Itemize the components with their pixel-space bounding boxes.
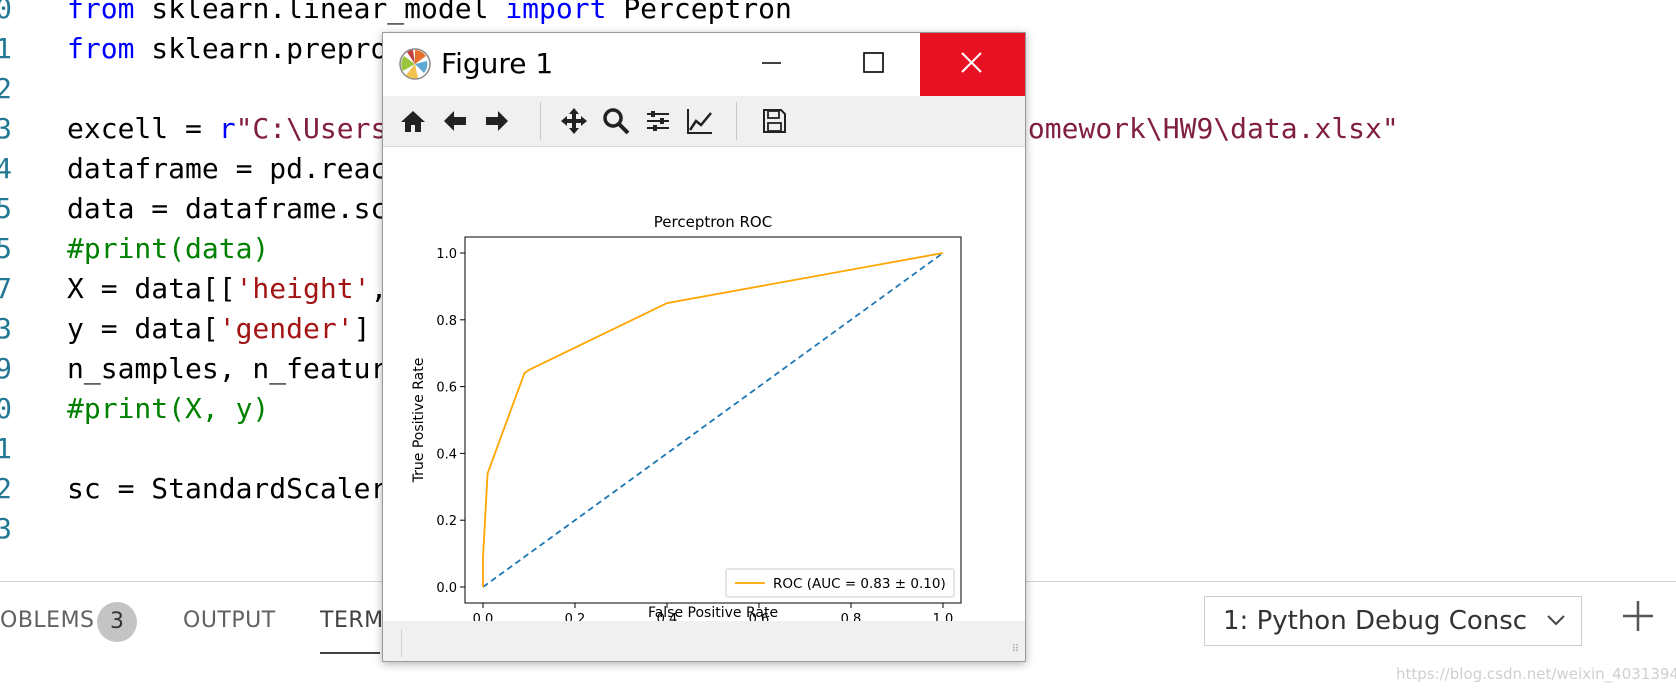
close-button[interactable]: [920, 33, 1025, 96]
minimize-icon: [762, 62, 781, 64]
figure-statusbar: ⠿: [383, 621, 1025, 661]
toolbar-separator: [736, 102, 737, 140]
pan-icon[interactable]: [559, 106, 589, 136]
code-line[interactable]: 0 from sklearn.linear_model import Percep…: [0, 0, 1676, 29]
x-tick-label: 1.0: [933, 612, 954, 621]
tab-terminal[interactable]: TERM: [320, 608, 384, 633]
code-text: data = dataframe.sc: [67, 189, 387, 229]
line-number: 0: [0, 0, 12, 25]
x-tick-label: 0.2: [565, 612, 586, 621]
figure-window: Figure 1 Perceptron ROC 0.0 0.2 0.4 0.6 …: [382, 32, 1026, 662]
code-token: X = data[[: [67, 272, 236, 305]
edit-axes-icon[interactable]: [685, 106, 715, 136]
line-number: 3: [0, 512, 12, 545]
code-text: #print(data): [67, 229, 269, 269]
zoom-icon[interactable]: [601, 106, 631, 136]
y-tick-label: 0.0: [436, 581, 457, 596]
code-token: "C:\Users: [235, 112, 388, 145]
line-number: 4: [0, 152, 12, 185]
back-arrow-icon[interactable]: [440, 106, 470, 136]
code-token: import: [505, 0, 607, 25]
figure-toolbar: [383, 96, 1025, 147]
figure-title: Figure 1: [441, 47, 554, 80]
y-tick-label: 0.8: [436, 314, 457, 329]
watermark: https://blog.csdn.net/weixin_40313940: [1396, 665, 1676, 683]
code-text: y = data['gender']: [67, 309, 370, 349]
code-text: dataframe = pd.reac: [67, 149, 387, 189]
forward-arrow-icon[interactable]: [482, 106, 512, 136]
matplotlib-icon: [398, 47, 432, 81]
code-token: dataframe = pd.reac: [67, 152, 388, 185]
toolbar-separator: [540, 102, 541, 140]
line-number: 1: [0, 32, 12, 65]
home-icon[interactable]: [398, 106, 428, 136]
figure-canvas[interactable]: Perceptron ROC 0.0 0.2 0.4 0.6 0.8 1.0 0.0 0.2 0…: [383, 147, 1025, 627]
line-number: 5: [0, 232, 12, 265]
y-tick-label: 1.0: [436, 247, 457, 262]
code-token: sklearn.prepro: [134, 32, 388, 65]
code-token: 'height': [235, 272, 371, 305]
line-number: 3: [0, 112, 12, 145]
line-number: 2: [0, 72, 12, 105]
roc-chart: Perceptron ROC 0.0 0.2 0.4 0.6 0.8 1.0 0.0 0.2 0…: [411, 213, 962, 627]
chart-title: Perceptron ROC: [654, 213, 772, 231]
code-text: sc = StandardScaler: [67, 469, 387, 509]
problems-count-badge: 3: [97, 602, 137, 642]
tab-problems[interactable]: OBLEMS: [0, 608, 95, 633]
code-token: y = data[: [67, 312, 219, 345]
save-icon[interactable]: [759, 106, 789, 136]
resize-grip-icon[interactable]: ⠿: [1012, 644, 1019, 655]
code-token: #print(data): [67, 232, 270, 265]
code-token: Perceptron: [606, 0, 792, 25]
plus-icon[interactable]: [1620, 598, 1656, 634]
code-token: 'gender': [218, 312, 354, 345]
line-number: 7: [0, 272, 12, 305]
close-icon: [961, 52, 982, 73]
maximize-button[interactable]: [823, 33, 923, 96]
x-tick-label: 0.8: [841, 612, 862, 621]
code-token: #print(X, y): [67, 392, 270, 425]
terminal-select[interactable]: 1: Python Debug Consc: [1204, 596, 1582, 646]
line-number: 9: [0, 352, 12, 385]
chevron-down-icon: [1545, 607, 1567, 640]
y-tick-label: 0.4: [436, 447, 457, 462]
legend-label: ROC (AUC = 0.83 ± 0.10): [773, 576, 946, 592]
code-token: from: [67, 0, 135, 25]
code-text: n_samples, n_featur: [67, 349, 387, 389]
code-text: from sklearn.prepro: [67, 29, 387, 69]
code-token: data = dataframe.sc: [67, 192, 388, 225]
code-token: sklearn.linear_model: [134, 0, 506, 25]
tab-output[interactable]: OUTPUT: [183, 608, 276, 633]
code-token: sc = StandardScaler: [67, 472, 388, 505]
y-tick-label: 0.6: [436, 381, 457, 396]
line-number: 5: [0, 192, 12, 225]
line-number: 0: [0, 392, 12, 425]
minimize-button[interactable]: [721, 33, 821, 96]
y-tick-label: 0.2: [436, 514, 457, 529]
x-tick-label: 0.0: [473, 612, 494, 621]
y-axis-label: True Positive Rate: [411, 358, 427, 484]
line-number: 2: [0, 472, 12, 505]
code-token: n_samples, n_featur: [67, 352, 388, 385]
active-tab-indicator: [320, 652, 380, 654]
code-text: #print(X, y): [67, 389, 269, 429]
code-text: from sklearn.linear_model import Percept…: [67, 0, 792, 29]
figure-titlebar[interactable]: Figure 1: [383, 33, 1025, 96]
terminal-select-value: 1: Python Debug Consc: [1223, 606, 1528, 636]
code-token: r: [218, 112, 236, 145]
code-token: excell =: [67, 112, 219, 145]
legend: ROC (AUC = 0.83 ± 0.10): [725, 568, 955, 598]
x-axis-label: False Positive Rate: [648, 605, 778, 621]
code-token: from: [67, 32, 135, 65]
code-token: ]: [353, 312, 371, 345]
maximize-icon: [863, 52, 884, 73]
subplots-config-icon[interactable]: [643, 106, 673, 136]
line-number: 3: [0, 312, 12, 345]
line-number: 1: [0, 432, 12, 465]
status-separator: [401, 629, 402, 657]
